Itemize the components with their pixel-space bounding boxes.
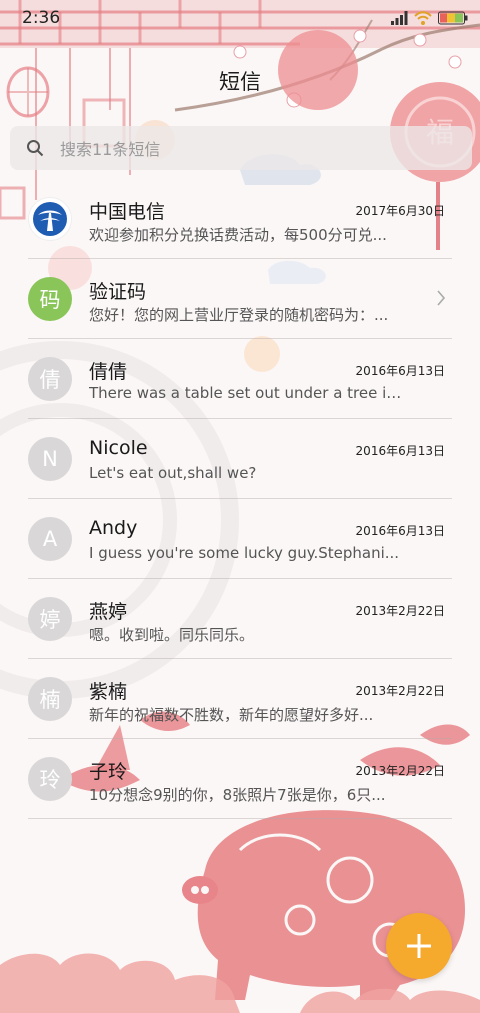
- message-preview: 欢迎参加积分兑换话费活动，每500分可兑...: [89, 226, 387, 244]
- search-input[interactable]: 搜索11条短信: [10, 126, 472, 170]
- message-date: 2013年2月22日: [355, 604, 445, 618]
- contact-name: 紫楠: [89, 681, 128, 703]
- message-date: 2016年6月13日: [355, 364, 445, 378]
- page-title: 短信: [219, 70, 261, 94]
- contact-name: 子玲: [89, 761, 128, 783]
- china-telecom-logo-avatar: [28, 197, 72, 241]
- avatar: 玲: [28, 757, 72, 801]
- china-telecom-logo-icon: [33, 202, 67, 236]
- message-preview: There was a table set out under a tree i…: [89, 384, 409, 402]
- avatar: 倩: [28, 357, 72, 401]
- conversation-item[interactable]: 楠 紫楠 2013年2月22日 新年的祝福数不胜数，新年的愿望好多好...: [0, 659, 480, 739]
- message-preview: 嗯。收到啦。同乐同乐。: [89, 626, 255, 644]
- conversation-item[interactable]: 中国电信 2017年6月30日 欢迎参加积分兑换话费活动，每500分可兑...: [0, 179, 480, 259]
- message-preview: I guess you're some lucky guy.Stephani..…: [89, 544, 400, 562]
- contact-name: Nicole: [89, 437, 148, 459]
- contact-name: 倩倩: [89, 361, 128, 383]
- conversation-item[interactable]: 码 验证码 您好！您的网上营业厅登录的随机密码为：...: [0, 259, 480, 339]
- avatar: 楠: [28, 677, 72, 721]
- message-preview: Let's eat out,shall we?: [89, 464, 257, 482]
- contact-name: 中国电信: [89, 201, 166, 223]
- conversation-item[interactable]: A Andy 2016年6月13日 I guess you're some lu…: [0, 499, 480, 579]
- status-bar: 2:36: [0, 0, 480, 36]
- message-preview: 10分想念9别的你，8张照片7张是你，6只...: [89, 786, 386, 804]
- status-time: 2:36: [22, 8, 61, 28]
- wifi-icon: [414, 11, 432, 25]
- message-preview: 新年的祝福数不胜数，新年的愿望好多好...: [89, 706, 374, 724]
- search-icon: [27, 140, 44, 157]
- chevron-right-icon: [437, 290, 446, 306]
- contact-name: 燕婷: [89, 601, 128, 623]
- message-date: 2017年6月30日: [355, 204, 445, 218]
- message-date: 2016年6月13日: [355, 444, 445, 458]
- avatar: 码: [28, 277, 72, 321]
- conversation-list: 中国电信 2017年6月30日 欢迎参加积分兑换话费活动，每500分可兑... …: [0, 179, 480, 819]
- search-placeholder: 搜索11条短信: [60, 140, 161, 159]
- contact-name: Andy: [89, 517, 138, 539]
- message-date: 2013年2月22日: [355, 684, 445, 698]
- avatar: 婷: [28, 597, 72, 641]
- battery-icon: [438, 11, 468, 25]
- avatar: N: [28, 437, 72, 481]
- conversation-item[interactable]: 婷 燕婷 2013年2月22日 嗯。收到啦。同乐同乐。: [0, 579, 480, 659]
- avatar: A: [28, 517, 72, 561]
- new-message-button[interactable]: [386, 913, 452, 979]
- signal-icon: [391, 11, 408, 25]
- conversation-item[interactable]: 玲 子玲 2013年2月22日 10分想念9别的你，8张照片7张是你，6只...: [0, 739, 480, 819]
- conversation-item[interactable]: 倩 倩倩 2016年6月13日 There was a table set ou…: [0, 339, 480, 419]
- status-icons: [390, 11, 468, 25]
- message-preview: 您好！您的网上营业厅登录的随机密码为：...: [89, 306, 389, 324]
- contact-name: 验证码: [89, 281, 147, 303]
- conversation-item[interactable]: N Nicole 2016年6月13日 Let's eat out,shall …: [0, 419, 480, 499]
- message-date: 2016年6月13日: [355, 524, 445, 538]
- plus-icon: [407, 934, 431, 958]
- message-date: 2013年2月22日: [355, 764, 445, 778]
